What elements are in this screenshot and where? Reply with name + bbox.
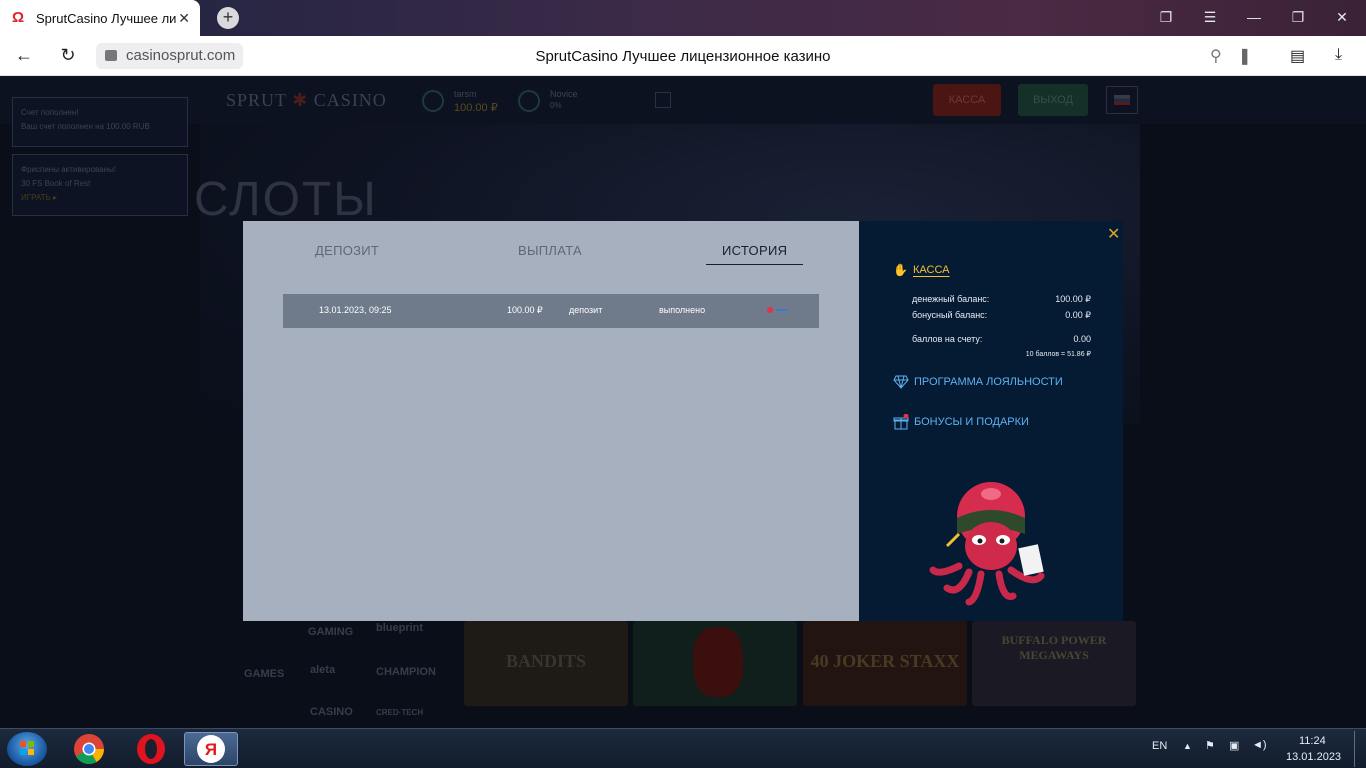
taskbar-yandex-browser[interactable]: Я [184, 732, 238, 766]
loyalty-program-link[interactable]: ПРОГРАММА ЛОЯЛЬНОСТИ [893, 375, 1063, 389]
history-type: депозит [569, 305, 603, 315]
tab-title: SprutCasino Лучшее ли [36, 10, 176, 26]
search-page-icon[interactable]: ⚲ [1210, 46, 1222, 66]
game-tile-bandits[interactable]: BANDITS [464, 621, 628, 706]
browser-tab-bar: Ω SprutCasino Лучшее ли ✕ + ❐ ☰ — ❐ ✕ [0, 0, 1366, 36]
kassa-icon: ✋ [893, 263, 908, 277]
menu-icon[interactable]: ☰ [1200, 9, 1220, 26]
download-icon[interactable]: ⤓ [1335, 46, 1342, 64]
site-header: SPRUT ✱ CASINO tarsm 100.00 ₽ Novice 0% … [0, 76, 1366, 124]
language-flag[interactable] [1106, 86, 1138, 114]
tray-expand-icon[interactable]: ▲ [1183, 741, 1192, 751]
exit-button[interactable]: ВЫХОД [1018, 84, 1088, 116]
opera-icon [137, 734, 165, 764]
show-desktop-button[interactable] [1354, 731, 1366, 767]
modal-content-panel: ДЕПОЗИТ ВЫПЛАТА ИСТОРИЯ 13.01.2023, 09:2… [243, 221, 859, 621]
header-balance: 100.00 ₽ [454, 102, 498, 114]
tab-history[interactable]: ИСТОРИЯ [706, 243, 804, 265]
section-title: СЛОТЫ [194, 173, 378, 226]
kassa-modal: ДЕПОЗИТ ВЫПЛАТА ИСТОРИЯ 13.01.2023, 09:2… [243, 221, 1123, 621]
diamond-icon [893, 375, 909, 389]
money-balance-value: 100.00 ₽ [1055, 294, 1091, 304]
kassa-header-button[interactable]: КАССА [933, 84, 1001, 116]
points-rate: 10 баллов = 51.86 ₽ [1025, 351, 1091, 358]
network-icon[interactable]: ▣ [1229, 739, 1239, 752]
notification-freespins: Фриспины активированы! 30 FS Book of Res… [12, 154, 188, 216]
start-button[interactable] [7, 732, 47, 766]
language-indicator[interactable]: EN [1152, 740, 1167, 752]
casino-logo[interactable]: SPRUT ✱ CASINO [226, 90, 387, 111]
clock-time[interactable]: 11:24 [1299, 735, 1326, 747]
kassa-label[interactable]: КАССА [913, 264, 950, 276]
svg-text:Я: Я [205, 740, 217, 759]
history-date: 13.01.2023, 09:25 [319, 305, 392, 315]
chrome-icon [74, 734, 104, 765]
close-window-icon[interactable]: ✕ [1332, 9, 1352, 26]
modal-sidebar: ✕ ✋ КАССА денежный баланс: 100.00 ₽ бону… [859, 221, 1123, 621]
octopus-mascot [929, 482, 1045, 606]
gift-icon [893, 414, 909, 430]
level-icon [518, 90, 540, 112]
restore-icon[interactable]: ❐ [1288, 9, 1308, 26]
windows-logo-icon [20, 741, 34, 755]
history-status: выполнено [659, 305, 706, 315]
bookmark-icon[interactable]: ❚ [1238, 46, 1251, 66]
game-tile-fruit[interactable] [633, 621, 797, 706]
tab-withdrawal[interactable]: ВЫПЛАТА [518, 243, 582, 258]
history-row: 13.01.2023, 09:25 100.00 ₽ депозит выпол… [283, 294, 819, 328]
bonus-balance-value: 0.00 ₽ [1065, 310, 1091, 320]
new-tab-button[interactable]: + [217, 7, 239, 29]
browser-tab[interactable]: Ω SprutCasino Лучшее ли ✕ [0, 0, 200, 36]
status-line-icon [776, 309, 788, 311]
notification-deposit: Счет пополнен! Ваш счет пополнен на 100.… [12, 97, 188, 147]
reader-icon[interactable]: ▤ [1290, 46, 1305, 66]
volume-icon[interactable]: ◄) [1252, 739, 1267, 751]
history-amount: 100.00 ₽ [507, 305, 543, 315]
bonuses-gifts-link[interactable]: БОНУСЫ И ПОДАРКИ [893, 414, 1029, 430]
clock-date[interactable]: 13.01.2023 [1286, 751, 1341, 763]
site-favicon-icon: Ω [12, 9, 25, 26]
game-tile-joker[interactable]: 40 JOKER STAXX [803, 621, 967, 706]
status-dot-icon [767, 307, 773, 313]
taskbar-chrome[interactable] [62, 732, 116, 766]
gift-icon[interactable] [655, 92, 671, 108]
windows-taskbar: Я EN ▲ ⚑ ▣ ◄) 11:24 13.01.2023 [0, 728, 1366, 768]
bonus-balance-label: бонусный баланс: [912, 310, 988, 320]
tab-deposit[interactable]: ДЕПОЗИТ [315, 243, 379, 258]
collections-icon[interactable]: ❐ [1156, 9, 1176, 26]
close-tab-icon[interactable]: ✕ [178, 10, 190, 27]
money-balance-label: денежный баланс: [912, 294, 990, 304]
address-bar: ← ↻ casinosprut.com SprutCasino Лучшее л… [0, 36, 1366, 76]
level-percent: 0% [550, 101, 562, 110]
username: tarsm [454, 89, 477, 99]
yandex-browser-icon: Я [197, 735, 225, 763]
minimize-icon[interactable]: — [1244, 9, 1264, 25]
close-modal-icon[interactable]: ✕ [1107, 224, 1120, 244]
taskbar-opera[interactable] [124, 732, 178, 766]
user-avatar [422, 90, 444, 112]
action-center-flag-icon[interactable]: ⚑ [1205, 739, 1215, 752]
level-name: Novice [550, 89, 578, 99]
points-value: 0.00 [1073, 334, 1091, 344]
page-title: SprutCasino Лучшее лицензионное казино [535, 48, 831, 65]
game-tile-buffalo[interactable]: BUFFALO POWER MEGAWAYS [972, 621, 1136, 706]
points-label: баллов на счету: [912, 334, 983, 344]
providers-list: GAMING blueprint GAMES aleta CHAMPION CA… [244, 622, 436, 718]
